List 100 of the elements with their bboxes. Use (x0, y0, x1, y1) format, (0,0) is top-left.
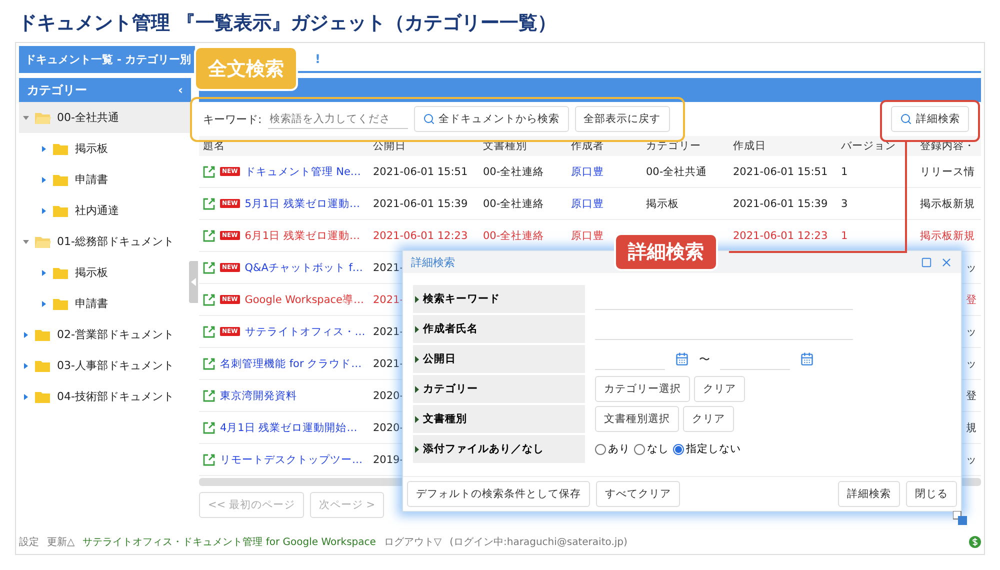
clear-button[interactable]: クリア (683, 406, 734, 432)
document-link[interactable]: 名刺管理機能 for クラウド… (220, 356, 362, 370)
clear-all-button[interactable]: すべてクリア (596, 481, 680, 507)
document-link[interactable]: Google Workspace導… (244, 292, 364, 306)
caret-right-icon[interactable] (41, 208, 47, 214)
caret-right-icon[interactable] (23, 394, 29, 400)
edit-icon[interactable] (203, 230, 215, 242)
footer-link[interactable]: 更新△ (47, 535, 75, 549)
bullet-icon (415, 446, 419, 452)
author-link[interactable]: 原口豊 (571, 164, 604, 178)
folder-icon (35, 328, 51, 340)
edit-icon[interactable] (203, 358, 215, 370)
table-cell: 規 (966, 420, 977, 434)
radio-option[interactable]: あり (595, 442, 630, 456)
folder-icon (53, 266, 69, 278)
clear-button[interactable]: クリア (694, 376, 745, 402)
caret-right-icon[interactable] (41, 270, 47, 276)
table-cell: 00-全社連絡 (483, 228, 544, 242)
search-icon (900, 113, 912, 125)
calendar-icon[interactable] (800, 352, 814, 366)
advanced-search-button[interactable]: 詳細検索 (891, 106, 969, 132)
bullet-icon (415, 356, 419, 362)
folder-icon (35, 360, 51, 372)
document-link[interactable]: 5月1日 残業ゼロ運動… (244, 196, 360, 210)
radio-option[interactable]: なし (634, 442, 669, 456)
tree-item[interactable]: 申請書 (19, 288, 191, 319)
column-header[interactable]: バージョン (837, 136, 916, 156)
caret-right-icon[interactable] (23, 362, 29, 368)
table-cell: 2021- (373, 358, 404, 370)
tree-item[interactable]: 社内通達 (19, 195, 191, 226)
edit-icon[interactable] (203, 262, 215, 274)
tree-item[interactable]: 02-営業部ドキュメント (19, 319, 191, 350)
calendar-icon[interactable] (675, 352, 689, 366)
table-cell: 登 (966, 292, 977, 306)
column-header[interactable]: 作成日 (729, 136, 837, 156)
tree-item[interactable]: 03-人事部ドキュメント (19, 350, 191, 381)
edit-icon[interactable] (203, 454, 215, 466)
table-cell: 2021-06-01 15:51 (733, 166, 828, 178)
folder-icon (53, 204, 69, 216)
document-link[interactable]: 東京湾開発資料 (220, 388, 297, 402)
status-icon (969, 536, 981, 548)
brand-link[interactable]: サテライトオフィス・ドキュメント管理 for Google Workspace (82, 535, 376, 549)
field-label: 検索キーワード (413, 285, 585, 313)
table-cell: 2021-06-01 15:51 (373, 166, 468, 178)
tree-item[interactable]: 01-総務部ドキュメント (19, 226, 191, 257)
dialog-title: 詳細検索 (411, 254, 456, 270)
login-info: (ログイン中:haraguchi@sateraito.jp) (450, 536, 628, 549)
caret-right-icon[interactable] (23, 332, 29, 338)
reset-button[interactable]: 全部表示に戻す (574, 106, 670, 132)
author-link[interactable]: 原口豊 (571, 196, 604, 210)
caret-right-icon[interactable] (41, 300, 47, 306)
table-cell: ッ (966, 452, 977, 466)
document-link[interactable]: ドキュメント管理 Ne… (244, 164, 361, 178)
table-cell: 2021- (373, 262, 404, 274)
collapse-handle[interactable] (189, 261, 198, 303)
table-cell: リリース情 (920, 164, 975, 178)
table-cell: 掲示板 (646, 196, 679, 210)
caret-down-icon[interactable] (23, 114, 29, 120)
edit-icon[interactable] (203, 294, 215, 306)
search-button[interactable]: 詳細検索 (838, 481, 900, 507)
author-link[interactable]: 原口豊 (571, 228, 604, 242)
table-cell: 2019- (373, 454, 404, 466)
edit-icon[interactable] (203, 198, 215, 210)
table-cell: ッ (966, 260, 977, 274)
edit-icon[interactable] (203, 390, 215, 402)
tree-item[interactable]: 掲示板 (19, 133, 191, 164)
tree-item[interactable]: 04-技術部ドキュメント (19, 381, 191, 412)
edit-icon[interactable] (203, 326, 215, 338)
document-link[interactable]: Q&Aチャットボット f… (244, 260, 363, 274)
table-cell: ッ (966, 324, 977, 338)
footer-link[interactable]: ログアウト▽ (384, 535, 442, 549)
close-icon[interactable] (940, 256, 953, 268)
table-cell: 2021-06-01 12:23 (373, 230, 468, 242)
keyword-label: キーワード: (203, 112, 262, 126)
document-link[interactable]: 4月1日 残業ゼロ運動開始… (220, 420, 358, 434)
tree-item[interactable]: 00-全社共通 (19, 102, 191, 133)
select-button[interactable]: 文書種別選択 (595, 406, 679, 432)
edit-icon[interactable] (203, 166, 215, 178)
tree-item[interactable]: 掲示板 (19, 257, 191, 288)
save-default-button[interactable]: デフォルトの検索条件として保存 (407, 481, 590, 507)
caret-down-icon[interactable] (23, 238, 29, 244)
document-link[interactable]: リモートデスクトップツー… (220, 452, 362, 466)
close-button[interactable]: 閉じる (906, 481, 957, 507)
caret-right-icon[interactable] (41, 176, 47, 182)
edit-icon[interactable] (203, 422, 215, 434)
document-link[interactable]: サテライトオフィス・… (244, 324, 366, 338)
table-cell: 2021- (373, 326, 404, 338)
caret-right-icon[interactable] (41, 146, 47, 152)
search-all-button[interactable]: 全ドキュメントから検索 (414, 106, 569, 132)
document-link[interactable]: 6月1日 残業ゼロ運動… (244, 228, 360, 242)
table-cell: 1 (841, 166, 848, 178)
table-cell: 2021-06-01 12:23 (733, 230, 828, 242)
radio-option[interactable]: 指定しない (673, 442, 741, 456)
footer-link[interactable]: 設定 (19, 535, 39, 549)
select-button[interactable]: カテゴリー選択 (595, 376, 690, 402)
table-cell: ッ (966, 356, 977, 370)
table-cell: 掲示板新規 (920, 228, 975, 242)
field-label: カテゴリー (413, 375, 585, 403)
tree-item[interactable]: 申請書 (19, 164, 191, 195)
maximize-icon[interactable] (921, 256, 932, 268)
